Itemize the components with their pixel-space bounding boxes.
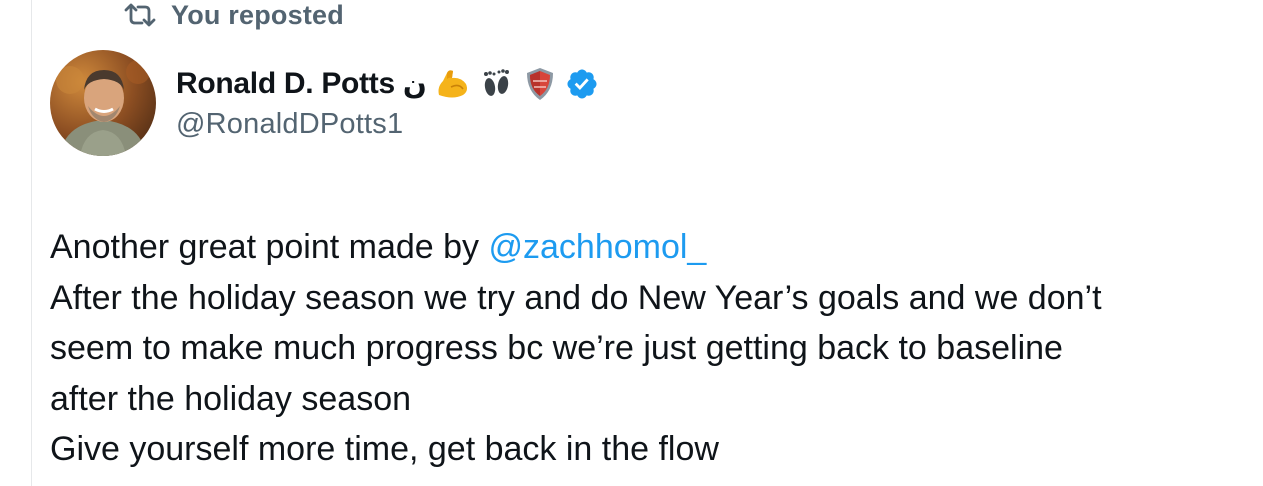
author-handle[interactable]: @RonaldDPotts1 — [176, 108, 403, 141]
name-arabic-letter: ن — [402, 68, 427, 100]
tweet-line-2: After the holiday season we try and do N… — [50, 278, 1102, 317]
tweet-line-5: Give yourself more time, get back in the… — [50, 430, 719, 468]
footprints-emoji-icon — [477, 65, 515, 103]
author-display-name[interactable]: Ronald D. Potts — [176, 67, 395, 101]
tweet-line-4: after the holiday season — [50, 379, 412, 418]
tweet-line-3: seem to make much progress bc we’re just… — [50, 329, 1063, 367]
avatar[interactable] — [50, 50, 156, 156]
flexed-biceps-emoji-icon — [433, 65, 471, 103]
thread-divider — [31, 0, 32, 486]
repost-icon — [123, 2, 157, 28]
tweet-line-1-text: Another great point made by — [50, 228, 489, 266]
shield-emoji-icon — [521, 65, 559, 103]
mention-link[interactable]: @zachhomol_ — [489, 228, 707, 266]
tweet-line-1: Another great point made by @zachhomol_ — [50, 222, 1250, 273]
author-name-row[interactable]: Ronald D. Potts ن — [176, 62, 599, 106]
verified-badge-icon[interactable] — [565, 67, 599, 101]
tweet-body: Another great point made by @zachhomol_ … — [50, 222, 1250, 475]
repost-label: You reposted — [171, 0, 344, 30]
repost-context[interactable]: You reposted — [123, 0, 344, 30]
